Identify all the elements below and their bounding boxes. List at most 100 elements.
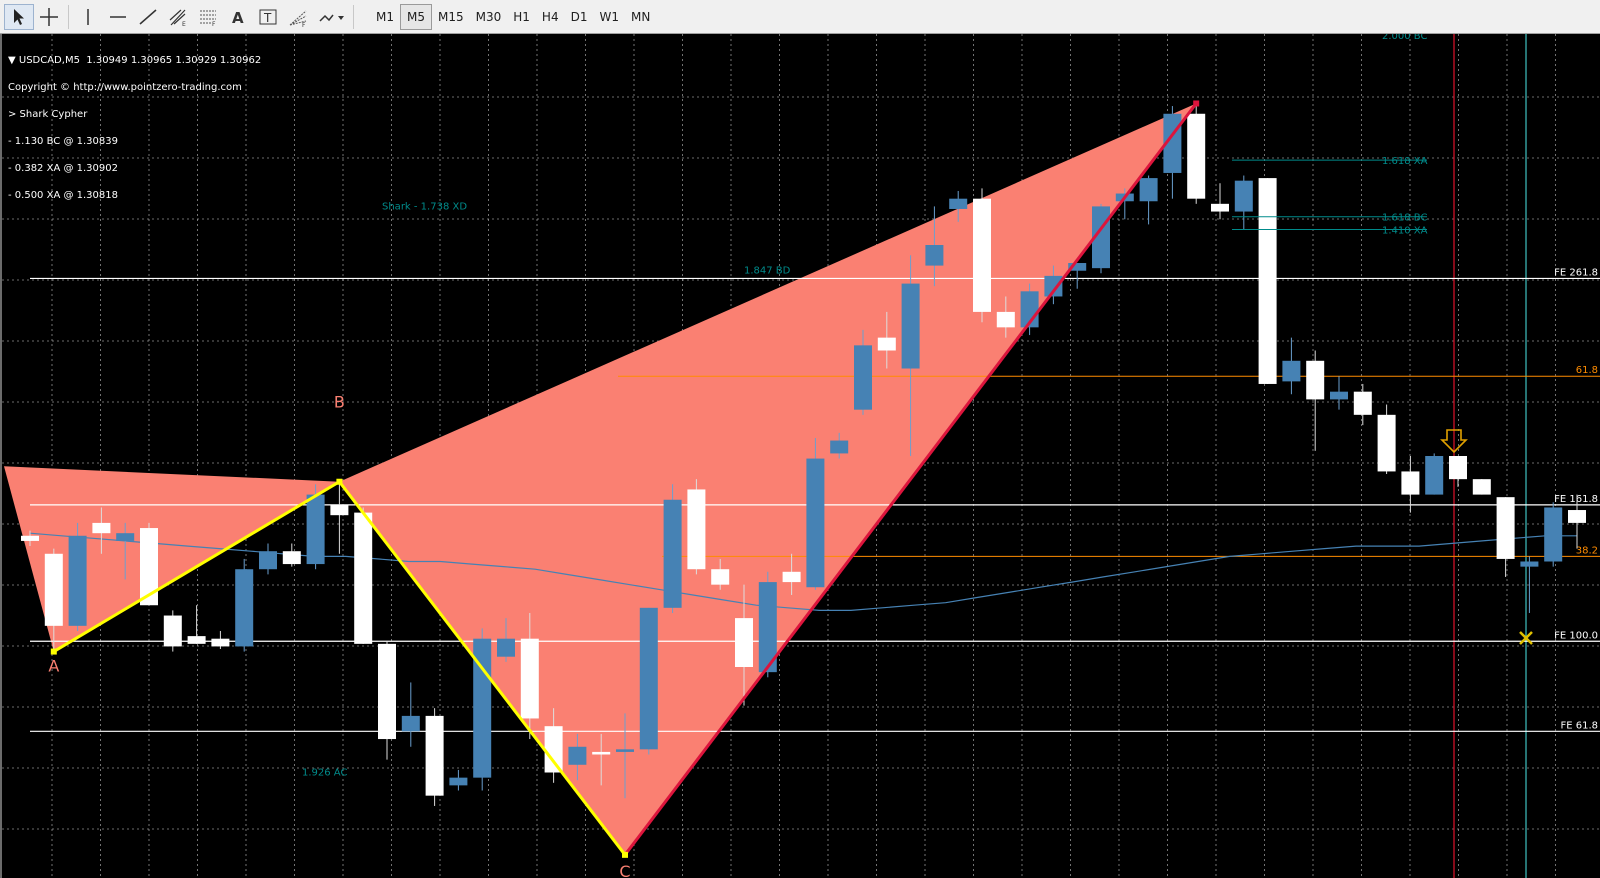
bullish-candle xyxy=(1234,180,1253,212)
bearish-candle xyxy=(354,512,373,644)
bearish-candle xyxy=(1211,203,1229,212)
text-label-icon[interactable]: T xyxy=(253,4,283,30)
timeframe-w1-button[interactable]: W1 xyxy=(593,4,625,30)
bullish-candle xyxy=(401,715,420,732)
bullish-candle xyxy=(1139,178,1158,202)
bearish-candle xyxy=(996,311,1015,328)
bearish-candle xyxy=(163,615,182,647)
bearish-candle xyxy=(425,715,444,796)
bearish-candle xyxy=(973,198,991,312)
ratio-label-ac: 1.926 AC xyxy=(302,768,347,779)
ratio-label-bc-top: 2.000 BC xyxy=(1382,34,1427,42)
ratio-xa-1410-label: 1.410 XA xyxy=(1382,226,1428,237)
bullish-candle xyxy=(616,749,634,752)
equidistant-channel-icon[interactable]: E xyxy=(163,4,193,30)
bearish-candle xyxy=(1496,497,1515,559)
bullish-candle xyxy=(806,458,825,588)
bearish-candle xyxy=(330,504,349,516)
timeframe-d1-button[interactable]: D1 xyxy=(565,4,594,30)
timeframe-bar: M1 M5 M15 M30 H1 H4 D1 W1 MN xyxy=(370,3,656,31)
svg-text:A: A xyxy=(232,9,244,27)
cursor-icon[interactable] xyxy=(4,4,34,30)
svg-text:F: F xyxy=(212,21,216,27)
bullish-candle xyxy=(568,746,587,765)
bearish-candle xyxy=(735,618,753,667)
point-label-c: C xyxy=(619,862,630,878)
timeframe-m30-button[interactable]: M30 xyxy=(470,4,508,30)
timeframe-h4-button[interactable]: H4 xyxy=(536,4,565,30)
pattern-point-handle xyxy=(336,478,343,485)
fe-2618-level-label: FE 261.8 xyxy=(1554,267,1598,278)
bearish-candle xyxy=(187,636,206,644)
bearish-candle xyxy=(520,638,539,719)
price-chart[interactable]: FE 261.8 FE 161.8 FE 100.0 FE 61.8 61.8 38.2 A… xyxy=(0,34,1600,878)
bearish-candle xyxy=(592,751,611,755)
bullish-candle xyxy=(1282,360,1301,382)
bearish-candle xyxy=(1568,510,1586,523)
toolbar-separator xyxy=(68,5,69,29)
bullish-candle xyxy=(1330,391,1348,400)
bullish-candle xyxy=(449,777,468,786)
ratio-xa-1618-label: 1.618 XA xyxy=(1382,156,1428,167)
bearish-candle xyxy=(1449,456,1467,480)
ratio-bc-1618-label: 1.618 BC xyxy=(1382,213,1427,224)
bullish-candle xyxy=(949,198,968,209)
pattern-level-line: - 0.500 XA @ 1.30818 xyxy=(8,190,118,201)
bearish-candle xyxy=(1377,414,1396,472)
fe-618-level-label: FE 61.8 xyxy=(1560,720,1598,731)
bullish-candle xyxy=(497,638,515,657)
pattern-point-handle xyxy=(1193,100,1200,107)
crosshair-icon[interactable] xyxy=(34,4,64,30)
fe-1000-level-label: FE 100.0 xyxy=(1554,630,1598,641)
pattern-point-handle xyxy=(50,648,57,655)
chart-toolbar: E F A T F M1 M5 M15 M30 H1 H4 D1 W1 MN xyxy=(0,0,1600,34)
bullish-candle xyxy=(116,533,135,541)
bullish-candle xyxy=(901,283,920,369)
pattern-name-line: > Shark Cypher xyxy=(8,109,88,120)
fibonacci-fan-icon[interactable]: F xyxy=(283,4,313,30)
ratio-label-bd: 1.847 BD xyxy=(744,266,791,277)
bullish-candle xyxy=(235,569,254,647)
copyright-line: Copyright © http://www.pointzero-trading… xyxy=(8,82,242,93)
bearish-candle xyxy=(1306,360,1325,400)
bullish-candle xyxy=(1425,456,1444,495)
trendline-icon[interactable] xyxy=(133,4,163,30)
bullish-candle xyxy=(854,345,872,410)
bullish-candle xyxy=(259,551,277,570)
chart-info-panel: ▼ USDCAD,M5 1.30949 1.30965 1.30929 1.30… xyxy=(8,38,261,218)
horizontal-line-icon[interactable] xyxy=(103,4,133,30)
bearish-candle xyxy=(687,489,706,570)
fibonacci-retracement-icon[interactable]: F xyxy=(193,4,223,30)
bearish-candle xyxy=(378,643,396,740)
bullish-candle xyxy=(925,245,944,266)
pattern-level-line: - 1.130 BC @ 1.30839 xyxy=(8,136,118,147)
drawing-tools: E F A T F xyxy=(4,3,358,31)
bearish-candle xyxy=(1353,391,1372,415)
bearish-candle xyxy=(211,638,230,647)
bearish-candle xyxy=(282,551,301,565)
timeframe-h1-button[interactable]: H1 xyxy=(507,4,536,30)
symbol-ohlc-line: ▼ USDCAD,M5 1.30949 1.30965 1.30929 1.30… xyxy=(8,55,262,66)
timeframe-m1-button[interactable]: M1 xyxy=(370,4,400,30)
point-label-b: B xyxy=(334,393,345,412)
bullish-candle xyxy=(1520,561,1539,567)
bearish-candle xyxy=(877,337,896,351)
bearish-candle xyxy=(21,535,39,541)
bearish-candle xyxy=(544,726,563,773)
fib-618-label: 61.8 xyxy=(1576,365,1598,376)
bearish-candle xyxy=(1187,113,1206,199)
svg-text:E: E xyxy=(182,21,186,27)
svg-text:F: F xyxy=(302,22,306,27)
text-icon[interactable]: A xyxy=(223,4,253,30)
timeframe-m5-button[interactable]: M5 xyxy=(400,4,432,30)
bullish-candle xyxy=(1544,507,1563,562)
bearish-candle xyxy=(1401,471,1420,495)
toolbar-separator xyxy=(353,5,354,29)
vertical-line-icon[interactable] xyxy=(73,4,103,30)
bullish-candle xyxy=(639,607,658,750)
shapes-dropdown-icon[interactable] xyxy=(313,4,349,30)
timeframe-m15-button[interactable]: M15 xyxy=(432,4,470,30)
timeframe-mn-button[interactable]: MN xyxy=(625,4,656,30)
bearish-candle xyxy=(711,569,730,585)
ratio-label-xd: Shark - 1.738 XD xyxy=(382,201,467,212)
